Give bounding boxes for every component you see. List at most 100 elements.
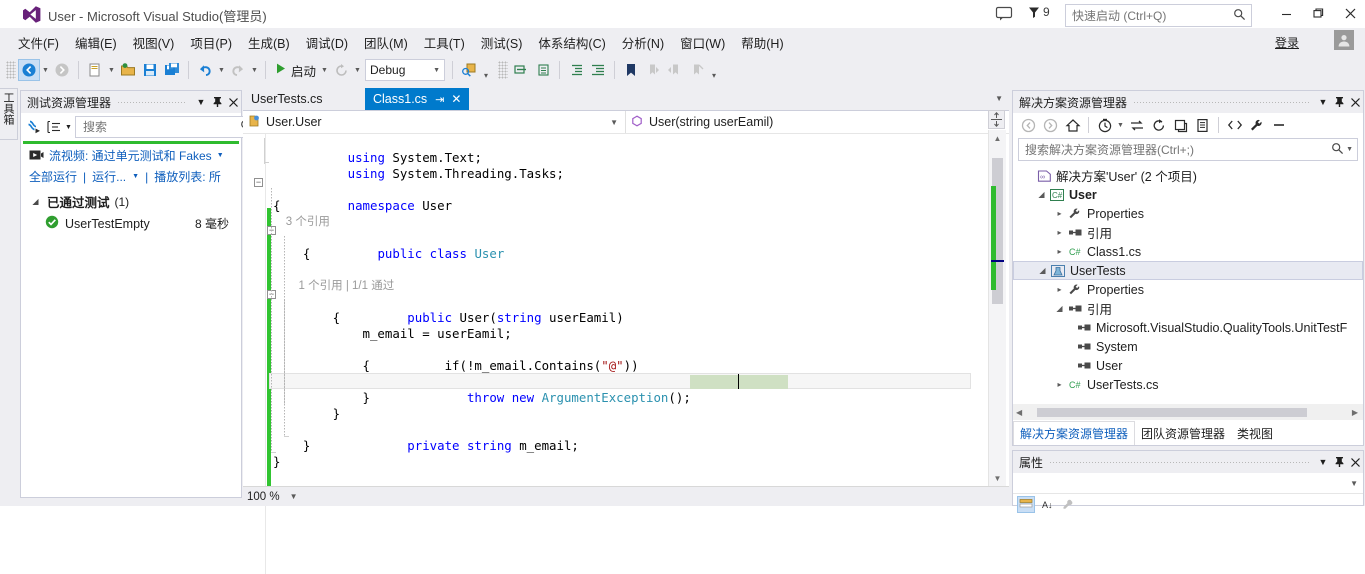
tree-row-ref-system[interactable]: System [1013, 337, 1363, 356]
feedback-icon[interactable] [995, 6, 1013, 22]
tab-team-explorer[interactable]: 团队资源管理器 [1135, 422, 1231, 445]
toolbar-grip[interactable] [6, 61, 16, 79]
close-button[interactable] [1335, 0, 1365, 26]
menu-view[interactable]: 视图(V) [125, 30, 183, 55]
close-icon[interactable]: ✕ [451, 92, 461, 106]
toolbox-vertical-tab[interactable]: 工具箱 [0, 88, 18, 140]
comment-selection-icon[interactable] [510, 59, 532, 81]
tree-row-usertests-references[interactable]: ◢ 引用 [1013, 299, 1363, 318]
chevron-right-icon[interactable]: ▸ [1053, 247, 1066, 256]
show-all-files-icon[interactable] [1192, 115, 1213, 136]
tree-row-usertests-properties[interactable]: ▸ Properties [1013, 280, 1363, 299]
start-dropdown-icon[interactable]: ▼ [319, 59, 330, 81]
test-search-box[interactable]: ▼ [74, 116, 266, 138]
navigate-backward-icon[interactable] [18, 59, 40, 81]
pin-icon[interactable] [1331, 93, 1347, 111]
alphabetical-icon[interactable]: A↓ [1038, 496, 1056, 513]
find-overflow-icon[interactable]: ▾ [480, 58, 492, 82]
scroll-up-arrow-icon[interactable]: ▲ [989, 130, 1006, 146]
menu-analyze[interactable]: 分析(N) [614, 30, 672, 55]
find-in-files-icon[interactable] [458, 59, 480, 81]
menu-architecture[interactable]: 体系结构(C) [530, 30, 613, 55]
decrease-indent-icon[interactable] [565, 59, 587, 81]
solution-search-input[interactable] [1023, 141, 1332, 158]
chevron-right-icon[interactable]: ▸ [1053, 285, 1066, 294]
new-project-icon[interactable] [84, 59, 106, 81]
panel-menu-icon[interactable]: ▼ [1315, 453, 1331, 471]
menu-help[interactable]: 帮助(H) [733, 30, 791, 55]
tree-row-user-properties[interactable]: ▸ Properties [1013, 204, 1363, 223]
quick-launch-input[interactable] [1066, 7, 1233, 24]
test-search-input[interactable] [78, 119, 240, 135]
chevron-right-icon[interactable]: ▸ [1053, 209, 1066, 218]
start-debug-button[interactable]: 启动 [271, 61, 319, 80]
close-icon[interactable] [1347, 93, 1363, 111]
passed-tests-group[interactable]: ◢ 已通过测试 (1) [21, 186, 241, 212]
editor-tab-class1[interactable]: Class1.cs ⇥ ✕ [365, 88, 470, 110]
run-dropdown-icon[interactable]: ▼ [132, 173, 139, 180]
chevron-down-icon[interactable]: ▼ [217, 152, 224, 159]
stream-video-link[interactable]: 流视频: 通过单元测试和 Fakes [49, 147, 212, 164]
expand-triangle-icon[interactable]: ◢ [29, 197, 42, 206]
menu-debug[interactable]: 调试(D) [298, 30, 356, 55]
menu-window[interactable]: 窗口(W) [672, 30, 733, 55]
tree-row-user-references[interactable]: ▸ 引用 [1013, 223, 1363, 242]
scroll-thumb[interactable] [1037, 407, 1308, 417]
undo-dropdown-icon[interactable]: ▼ [216, 59, 227, 81]
home-icon[interactable] [1062, 115, 1083, 136]
group-by-icon[interactable] [46, 118, 62, 136]
solution-configuration-dropdown[interactable]: Debug ▼ [365, 59, 446, 81]
editor-vertical-scrollbar[interactable]: ▲ ▼ [988, 130, 1006, 486]
pending-changes-dropdown-icon[interactable]: ▼ [1116, 115, 1125, 136]
save-icon[interactable] [139, 59, 161, 81]
tab-class-view[interactable]: 类视图 [1231, 422, 1279, 445]
refresh-icon[interactable] [1148, 115, 1169, 136]
toolbar-overflow-icon[interactable]: ▾ [708, 58, 720, 82]
scroll-left-arrow-icon[interactable]: ◀ [1013, 408, 1025, 417]
categorized-icon[interactable] [1017, 495, 1035, 513]
scroll-down-arrow-icon[interactable]: ▼ [989, 470, 1006, 486]
close-icon[interactable] [1347, 453, 1363, 471]
panel-menu-icon[interactable]: ▼ [193, 93, 209, 111]
tree-row-ref-user[interactable]: User [1013, 356, 1363, 375]
toolbar-grip[interactable] [498, 61, 509, 79]
save-all-icon[interactable] [161, 59, 183, 81]
test-item[interactable]: UserTestEmpty 8 毫秒 [21, 212, 241, 235]
editor-tab-usertests[interactable]: UserTests.cs [243, 88, 331, 110]
stream-video-row[interactable]: 流视频: 通过单元测试和 Fakes ▼ [21, 144, 241, 167]
new-project-dropdown-icon[interactable]: ▼ [106, 59, 117, 81]
tab-solution-explorer[interactable]: 解决方案资源管理器 [1013, 421, 1136, 445]
uncomment-selection-icon[interactable] [532, 59, 554, 81]
increase-indent-icon[interactable] [587, 59, 609, 81]
menu-file[interactable]: 文件(F) [10, 30, 67, 55]
menu-build[interactable]: 生成(B) [240, 30, 298, 55]
expand-triangle-icon[interactable]: ◢ [1053, 304, 1066, 313]
editor-split-handle[interactable] [988, 110, 1005, 129]
solution-search-box[interactable]: ▼ [1018, 138, 1358, 161]
close-icon[interactable] [225, 93, 241, 111]
tree-row-project-user[interactable]: ◢ C# User [1013, 185, 1363, 204]
tree-row-solution[interactable]: ▸ ∞ 解决方案'User' (2 个项目) [1013, 166, 1363, 185]
preview-selected-items-icon[interactable] [1268, 115, 1289, 136]
minimize-button[interactable] [1271, 0, 1301, 26]
tab-list-dropdown-icon[interactable]: ▼ [995, 94, 1003, 103]
chevron-right-icon[interactable]: ▸ [1053, 228, 1066, 237]
undo-icon[interactable] [194, 59, 216, 81]
chevron-right-icon[interactable]: ▸ [1053, 380, 1066, 389]
chevron-down-icon[interactable]: ▼ [610, 118, 618, 127]
quick-launch-box[interactable] [1065, 4, 1252, 27]
zoom-level-dropdown[interactable]: 100 % ▼ [243, 487, 303, 506]
pending-changes-icon[interactable] [1094, 115, 1115, 136]
tree-row-project-usertests[interactable]: ◢ UserTests [1013, 261, 1363, 280]
pin-icon[interactable] [1331, 453, 1347, 471]
expand-triangle-icon[interactable]: ◢ [1036, 266, 1049, 275]
view-code-icon[interactable] [1224, 115, 1245, 136]
properties-object-dropdown[interactable]: ▼ [1013, 473, 1363, 494]
solution-explorer-horizontal-scrollbar[interactable]: ◀ ▶ [1013, 404, 1363, 420]
menu-team[interactable]: 团队(M) [356, 30, 416, 55]
maximize-button[interactable] [1303, 0, 1333, 26]
menu-test[interactable]: 测试(S) [473, 30, 531, 55]
menu-edit[interactable]: 编辑(E) [67, 30, 125, 55]
notifications-indicator[interactable]: 9 [1027, 5, 1050, 19]
tree-row-class1-cs[interactable]: ▸ C# Class1.cs [1013, 242, 1363, 261]
